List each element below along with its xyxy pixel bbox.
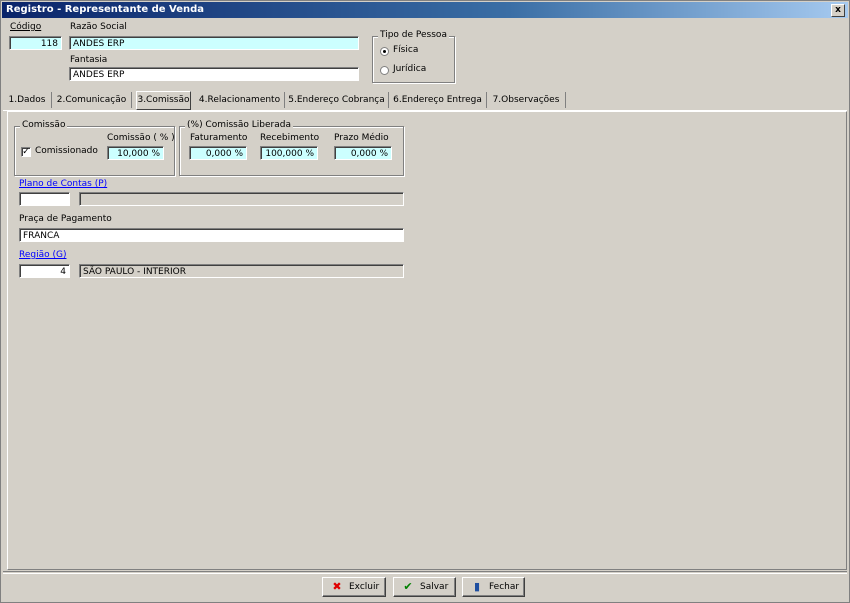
- regiao-description-field: SÃO PAULO - INTERIOR: [79, 264, 404, 278]
- tab-comunicacao[interactable]: 2.Comunicação: [52, 92, 132, 108]
- regiao-link[interactable]: Região (G): [19, 250, 66, 260]
- comissao-group: Comissão ✓ Comissionado Comissão ( % ) 1…: [14, 120, 175, 176]
- razao-social-field[interactable]: ANDES ERP: [69, 36, 359, 50]
- codigo-label: Código: [10, 22, 42, 32]
- tipo-pessoa-title: Tipo de Pessoa: [378, 30, 449, 40]
- tab-comissao[interactable]: 3.Comissão: [136, 91, 191, 110]
- codigo-field[interactable]: 118: [9, 36, 62, 50]
- door-exit-icon: ▮: [473, 580, 481, 593]
- main-window: Registro - Representante de Venda x Códi…: [0, 0, 850, 603]
- fechar-button[interactable]: ▮ Fechar: [462, 577, 525, 597]
- delete-x-icon: ✖: [332, 580, 342, 593]
- juridica-radio[interactable]: [380, 66, 389, 75]
- plano-contas-link[interactable]: Plano de Contas (P): [19, 179, 107, 189]
- fantasia-field[interactable]: ANDES ERP: [69, 67, 359, 81]
- praca-pagamento-label: Praça de Pagamento: [19, 214, 112, 224]
- praca-pagamento-field[interactable]: FRANCA: [19, 228, 404, 242]
- salvar-label: Salvar: [420, 582, 449, 592]
- tab-dados[interactable]: 1.Dados: [3, 92, 52, 108]
- excluir-label: Excluir: [349, 582, 380, 592]
- window-title: Registro - Representante de Venda: [6, 4, 205, 15]
- close-button[interactable]: x: [831, 4, 845, 17]
- comissao-pct-field[interactable]: 10,000 %: [107, 146, 164, 160]
- prazo-medio-label: Prazo Médio: [334, 133, 389, 143]
- comissionado-label[interactable]: Comissionado: [35, 146, 98, 156]
- fantasia-label: Fantasia: [70, 55, 108, 65]
- comissao-pct-label: Comissão ( % ): [107, 133, 175, 143]
- regiao-code-field[interactable]: 4: [19, 264, 70, 278]
- comissao-liberada-title: (%) Comissão Liberada: [185, 120, 293, 130]
- juridica-label[interactable]: Jurídica: [393, 64, 426, 74]
- bottom-divider: [3, 571, 847, 574]
- fechar-label: Fechar: [489, 582, 520, 592]
- comissionado-checkbox[interactable]: ✓: [21, 147, 31, 157]
- prazo-medio-field[interactable]: 0,000 %: [334, 146, 392, 160]
- recebimento-field[interactable]: 100,000 %: [260, 146, 318, 160]
- tab-endereco-entrega[interactable]: 6.Endereço Entrega: [389, 92, 487, 108]
- tab-endereco-cobranca[interactable]: 5.Endereço Cobrança: [285, 92, 389, 108]
- comissao-group-title: Comissão: [20, 120, 68, 130]
- comissao-liberada-group: (%) Comissão Liberada Faturamento 0,000 …: [179, 120, 404, 176]
- faturamento-label: Faturamento: [190, 133, 248, 143]
- excluir-button[interactable]: ✖ Excluir: [322, 577, 386, 597]
- title-bar: Registro - Representante de Venda x: [2, 2, 848, 18]
- plano-contas-code-field[interactable]: [19, 192, 70, 206]
- faturamento-field[interactable]: 0,000 %: [189, 146, 247, 160]
- tab-strip: 1.Dados 2.Comunicação 3.Comissão 4.Relac…: [3, 91, 847, 111]
- tab-observacoes[interactable]: 7.Observações: [487, 92, 566, 108]
- razao-social-label: Razão Social: [70, 22, 127, 32]
- checkmark-icon: ✔: [403, 580, 413, 593]
- radio-selected-dot: [383, 50, 386, 53]
- comissao-panel: Comissão ✓ Comissionado Comissão ( % ) 1…: [7, 111, 847, 570]
- fisica-radio[interactable]: [380, 47, 389, 56]
- recebimento-label: Recebimento: [260, 133, 320, 143]
- tipo-pessoa-group: Tipo de Pessoa Física Jurídica: [372, 30, 455, 83]
- tab-relacionamento[interactable]: 4.Relacionamento: [195, 92, 285, 108]
- fisica-label[interactable]: Física: [393, 45, 418, 55]
- salvar-button[interactable]: ✔ Salvar: [393, 577, 456, 597]
- plano-contas-description-field: [79, 192, 404, 206]
